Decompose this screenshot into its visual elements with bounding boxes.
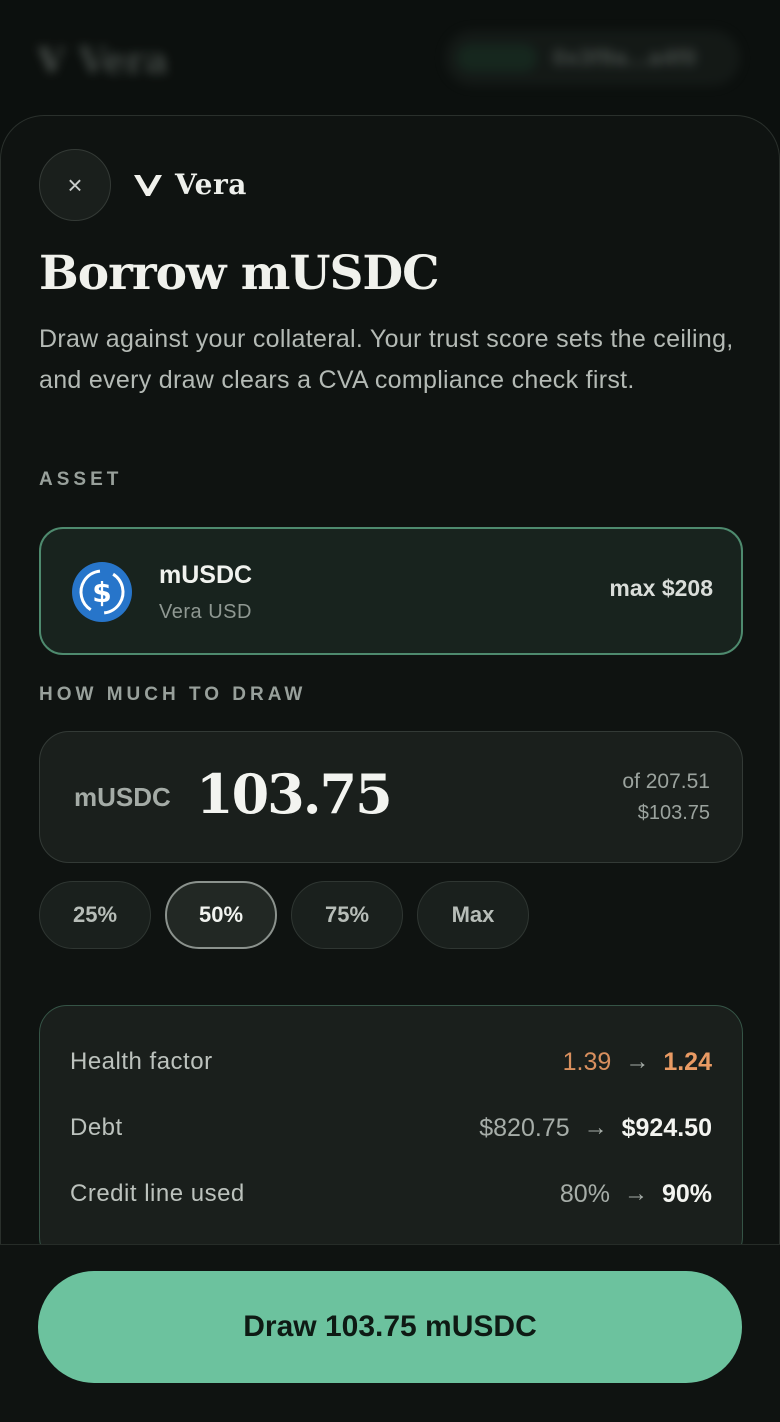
close-button[interactable]: × — [39, 149, 111, 221]
vera-logo-icon: V — [38, 41, 65, 81]
asset-max-amount: max $208 — [609, 575, 713, 601]
stat-label: Credit line used — [70, 1180, 245, 1207]
stat-label: Debt — [70, 1114, 123, 1141]
amount-input[interactable]: 103.75 — [196, 762, 393, 826]
stat-to-value: 1.24 — [663, 1047, 712, 1076]
stat-label: Health factor — [70, 1048, 213, 1075]
stat-credit-line-used: Credit line used 80% → 90% — [70, 1174, 712, 1214]
stat-health-factor: Health factor 1.39 → 1.24 — [70, 1042, 712, 1082]
borrow-sheet: × Vera Borrow mUSDC Draw against your co… — [0, 115, 780, 1422]
amount-available: of 207.51 — [622, 770, 710, 793]
amount-input-card[interactable]: mUSDC 103.75 of 207.51 $103.75 — [39, 731, 743, 863]
sheet-brand: Vera — [133, 168, 247, 201]
stat-from-value: 1.39 — [562, 1047, 612, 1076]
vera-logo-icon — [134, 174, 162, 196]
amount-unit: mUSDC — [74, 782, 171, 812]
stat-from-value: 80% — [559, 1179, 610, 1208]
wallet-address: 0x3f9a...a4f0 — [553, 45, 697, 70]
svg-text:$: $ — [92, 576, 111, 609]
draw-button[interactable]: Draw 103.75 mUSDC — [38, 1271, 742, 1383]
preset-50-button[interactable]: 50% — [165, 881, 277, 949]
asset-name: mUSDC — [159, 561, 253, 589]
asset-section-label: ASSET — [39, 469, 123, 490]
amount-section-label: HOW MUCH TO DRAW — [39, 684, 307, 705]
stat-from-value: $820.75 — [479, 1113, 570, 1142]
arrow-right-icon: → — [583, 1114, 608, 1141]
background-app-header: V Vera 0x3f9a...a4f0 — [0, 0, 780, 120]
asset-subtitle: Vera USD — [159, 601, 252, 623]
preset-max-button[interactable]: Max — [417, 881, 529, 949]
preset-25-button[interactable]: 25% — [39, 881, 151, 949]
page-title: Borrow mUSDC — [39, 246, 440, 301]
network-status-badge — [457, 44, 537, 72]
sheet-footer: Draw 103.75 mUSDC — [0, 1244, 780, 1422]
stat-to-value: $924.50 — [621, 1113, 712, 1142]
amount-usd-value: $103.75 — [637, 802, 710, 824]
stat-to-value: 90% — [661, 1179, 712, 1208]
close-icon: × — [67, 169, 83, 200]
asset-selector[interactable]: $ mUSDC Vera USD max $208 — [39, 527, 743, 655]
background-logo: V Vera — [38, 40, 168, 82]
preset-chips: 25% 50% 75% Max — [39, 881, 529, 949]
stat-debt: Debt $820.75 → $924.50 — [70, 1108, 712, 1148]
background-brand-name: Vera — [78, 40, 169, 82]
page-description: Draw against your collateral. Your trust… — [39, 325, 734, 394]
preset-75-button[interactable]: 75% — [291, 881, 403, 949]
arrow-right-icon: → — [625, 1048, 650, 1075]
arrow-right-icon: → — [623, 1180, 648, 1207]
usdc-icon: $ — [72, 562, 132, 622]
position-preview: Health factor 1.39 → 1.24 Debt $820.75 →… — [39, 1005, 743, 1265]
background-wallet-pill: 0x3f9a...a4f0 — [445, 30, 740, 86]
brand-name: Vera — [175, 168, 247, 201]
